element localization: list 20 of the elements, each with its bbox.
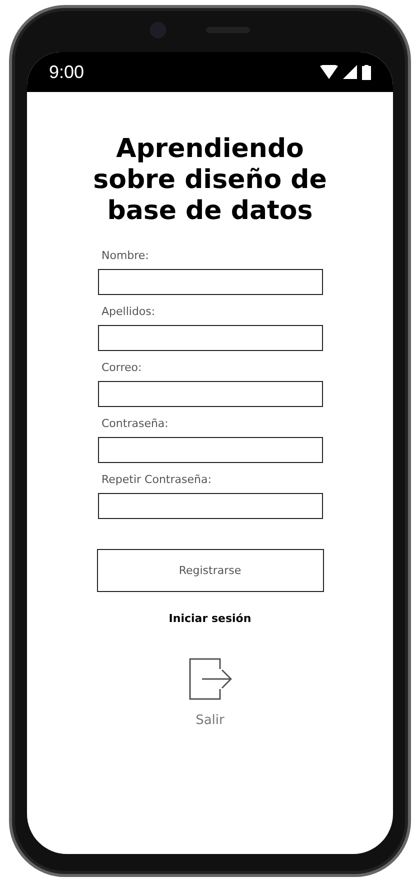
field-label: Apellidos: <box>102 305 156 318</box>
signal-icon <box>343 65 357 79</box>
page-title: Aprendiendo sobre diseño de base de datos <box>92 134 328 227</box>
login-link[interactable]: Iniciar sesión <box>168 612 252 625</box>
input-field[interactable] <box>98 381 322 407</box>
battery-icon <box>362 64 371 80</box>
wifi-icon <box>320 65 338 79</box>
field-label: Correo: <box>102 361 143 374</box>
register-button[interactable]: Registrarse <box>96 549 324 592</box>
input-field[interactable] <box>98 269 322 295</box>
input-field[interactable] <box>98 437 322 463</box>
field-label: Repetir Contraseña: <box>102 473 212 486</box>
status-time: 9:00 <box>49 62 84 82</box>
input-field[interactable] <box>98 325 322 351</box>
camera-icon <box>150 22 166 38</box>
field-label: Contraseña: <box>102 417 170 430</box>
input-field[interactable] <box>98 493 322 519</box>
exit-icon[interactable] <box>188 657 232 701</box>
field-label: Nombre: <box>102 249 150 262</box>
exit-label: Salir <box>196 713 224 728</box>
